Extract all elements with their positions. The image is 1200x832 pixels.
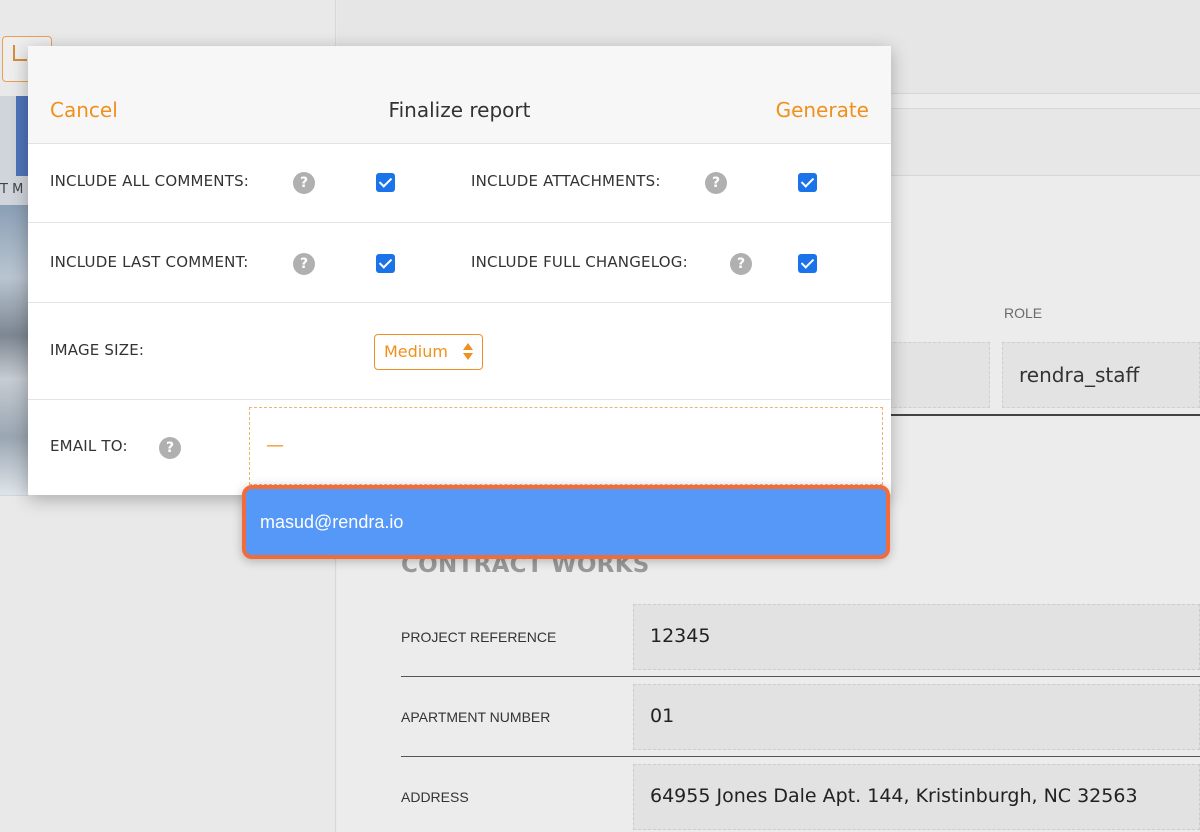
email-to-input[interactable]: — (249, 407, 883, 485)
include-full-changelog-checkbox[interactable] (798, 254, 817, 273)
thumbnail-header (16, 96, 28, 176)
include-all-comments-checkbox[interactable] (376, 173, 395, 192)
address-row: ADDRESS 64955 Jones Dale Apt. 144, Krist… (401, 764, 1200, 832)
name-field[interactable] (884, 342, 990, 408)
select-arrows-icon (463, 343, 473, 361)
bar-chart-icon (13, 45, 27, 61)
address-field[interactable]: 64955 Jones Dale Apt. 144, Kristinburgh,… (633, 764, 1200, 830)
email-suggestion-dropdown[interactable]: masud@rendra.io (242, 485, 890, 559)
apartment-number-field[interactable]: 01 (633, 684, 1200, 750)
finalize-report-dialog: Finalize report Cancel Generate INCLUDE … (28, 46, 891, 495)
help-icon[interactable]: ? (293, 172, 315, 194)
options-row-1: INCLUDE ALL COMMENTS: ? INCLUDE ATTACHME… (28, 144, 891, 223)
project-reference-row: PROJECT REFERENCE 12345 (401, 604, 1200, 684)
help-icon[interactable]: ? (730, 253, 752, 275)
dialog-title: Finalize report (388, 98, 531, 122)
help-icon[interactable]: ? (159, 437, 181, 459)
help-icon[interactable]: ? (293, 253, 315, 275)
divider (401, 676, 1200, 677)
image-size-value: Medium (384, 342, 448, 361)
include-attachments-checkbox[interactable] (798, 173, 817, 192)
dialog-header: Finalize report Cancel Generate (28, 46, 891, 144)
include-attachments-label: INCLUDE ATTACHMENTS: (471, 172, 661, 190)
image-size-select[interactable]: Medium (374, 334, 483, 370)
background-panel (884, 108, 1200, 176)
divider (401, 756, 1200, 757)
include-last-comment-checkbox[interactable] (376, 254, 395, 273)
include-last-comment-label: INCLUDE LAST COMMENT: (50, 253, 249, 271)
apartment-number-label: APARTMENT NUMBER (401, 709, 551, 725)
options-row-2: INCLUDE LAST COMMENT: ? INCLUDE FULL CHA… (28, 223, 891, 303)
address-label: ADDRESS (401, 789, 469, 805)
divider (884, 414, 1200, 416)
cancel-button[interactable]: Cancel (50, 98, 118, 122)
include-full-changelog-label: INCLUDE FULL CHANGELOG: (471, 253, 688, 271)
role-field[interactable]: rendra_staff (1002, 342, 1200, 408)
thumbnail-image[interactable] (0, 205, 28, 495)
image-size-label: IMAGE SIZE: (50, 341, 145, 359)
include-all-comments-label: INCLUDE ALL COMMENTS: (50, 172, 250, 190)
email-suggestion-item[interactable]: masud@rendra.io (260, 489, 403, 555)
thumbnail-caption: T M (0, 182, 24, 197)
project-reference-field[interactable]: 12345 (633, 604, 1200, 670)
project-reference-label: PROJECT REFERENCE (401, 629, 557, 645)
apartment-number-row: APARTMENT NUMBER 01 (401, 684, 1200, 764)
generate-button[interactable]: Generate (776, 98, 869, 122)
help-icon[interactable]: ? (705, 172, 727, 194)
role-label: ROLE (1004, 305, 1043, 321)
email-to-label: EMAIL TO: (50, 437, 128, 455)
